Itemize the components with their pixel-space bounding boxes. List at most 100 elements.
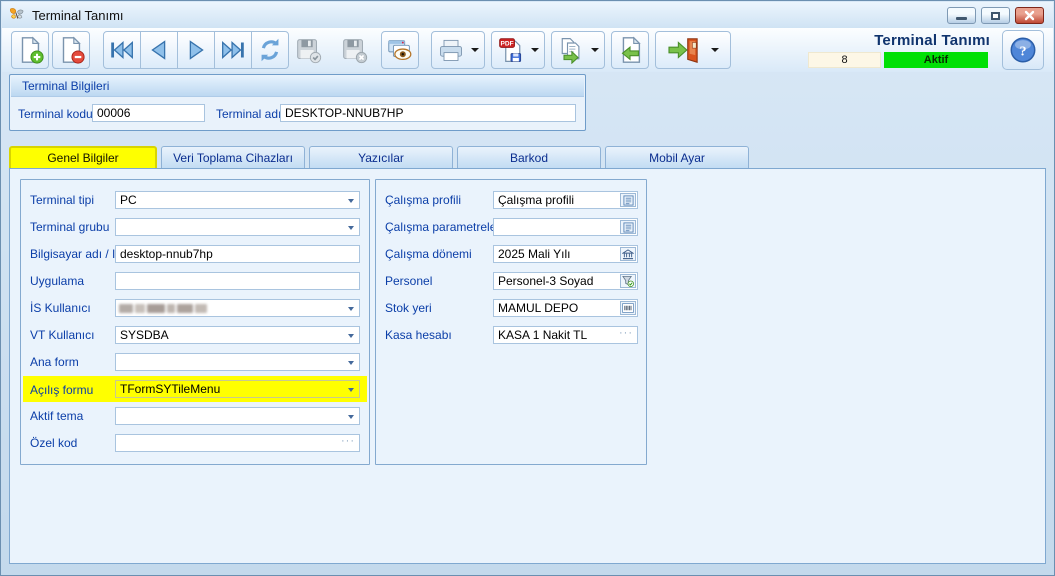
- chevron-down-icon[interactable]: [348, 361, 354, 365]
- close-icon: [1024, 10, 1035, 21]
- stok-yeri-label: Stok yeri: [385, 301, 432, 315]
- terminal-adi-field[interactable]: DESKTOP-NNUB7HP: [280, 104, 576, 122]
- ozel-kod-field[interactable]: ···: [115, 434, 360, 452]
- export-pdf-button[interactable]: PDF: [491, 31, 545, 69]
- copy-record-dropdown-arrow[interactable]: [591, 48, 599, 52]
- page-title: Terminal Tanımı: [874, 32, 990, 49]
- terminal-adi-value: DESKTOP-NNUB7HP: [285, 106, 403, 120]
- exit-button[interactable]: [655, 31, 731, 69]
- minimize-button[interactable]: [947, 7, 976, 24]
- period-picker-button[interactable]: [620, 247, 636, 261]
- right-field-groupbox: Çalışma profili Çalışma profili Çalışma …: [375, 179, 647, 465]
- close-button[interactable]: [1015, 7, 1044, 24]
- ozel-kod-label: Özel kod: [30, 436, 77, 450]
- is-kullanici-label: İS Kullanıcı: [30, 301, 91, 315]
- save-icon: [293, 35, 323, 65]
- chevron-down-icon[interactable]: [348, 334, 354, 338]
- save-cancel-icon: [339, 35, 369, 65]
- terminal-kodu-field[interactable]: 00006: [92, 104, 205, 122]
- chevron-down-icon[interactable]: [348, 199, 354, 203]
- form-row-highlighted: Açılış formu TFormSYTileMenu: [23, 376, 367, 402]
- terminal-tipi-combo[interactable]: PC: [115, 191, 360, 209]
- import-record-button[interactable]: [611, 31, 649, 69]
- next-record-button[interactable]: [177, 31, 215, 69]
- export-pdf-icon: PDF: [497, 36, 525, 64]
- stok-yeri-field[interactable]: MAMUL DEPO: [493, 299, 638, 317]
- filter-check-icon: [622, 275, 634, 287]
- is-kullanici-combo[interactable]: [115, 299, 360, 317]
- calisma-parametreleri-label: Çalışma parametreleri: [385, 220, 503, 234]
- exit-dropdown-arrow[interactable]: [711, 48, 719, 52]
- delete-record-button[interactable]: [52, 31, 90, 69]
- tab-yazicilar[interactable]: Yazıcılar: [309, 146, 453, 168]
- redacted-value: [119, 304, 207, 313]
- bilgisayar-adi-label: Bilgisayar adı / IP: [30, 247, 123, 261]
- terminal-adi-label: Terminal adı: [216, 107, 281, 121]
- help-button[interactable]: ?: [1002, 30, 1044, 70]
- vt-kullanici-value: SYSDBA: [120, 328, 169, 343]
- tab-barkod[interactable]: Barkod: [457, 146, 601, 168]
- terminal-kodu-label: Terminal kodu: [18, 107, 93, 121]
- restore-icon: [991, 12, 1000, 20]
- form-row: Çalışma profili Çalışma profili: [376, 191, 646, 211]
- record-number: 8: [808, 52, 881, 68]
- import-record-icon: [615, 35, 645, 65]
- last-record-button[interactable]: [214, 31, 252, 69]
- restore-button[interactable]: [981, 7, 1010, 24]
- tab-mobil-ayar[interactable]: Mobil Ayar: [605, 146, 749, 168]
- calisma-parametreleri-field[interactable]: [493, 218, 638, 236]
- next-record-icon: [181, 35, 211, 65]
- export-pdf-dropdown-arrow[interactable]: [531, 48, 539, 52]
- form-row: İS Kullanıcı: [21, 299, 369, 319]
- chevron-down-icon[interactable]: [348, 307, 354, 311]
- refresh-icon: [255, 35, 285, 65]
- preview-icon: [385, 35, 415, 65]
- form-row: Uygulama: [21, 272, 369, 292]
- tab-veri-toplama-cihazlari[interactable]: Veri Toplama Cihazları: [161, 146, 305, 168]
- acilis-formu-combo[interactable]: TFormSYTileMenu: [115, 380, 360, 398]
- personel-field[interactable]: Personel-3 Soyad: [493, 272, 638, 290]
- terminal-info-groupbox: Terminal Bilgileri Terminal kodu 00006 T…: [9, 74, 586, 131]
- preview-button[interactable]: [381, 31, 419, 69]
- print-button[interactable]: [431, 31, 485, 69]
- terminal-grubu-combo[interactable]: [115, 218, 360, 236]
- form-row: Terminal grubu: [21, 218, 369, 238]
- aktif-tema-combo[interactable]: [115, 407, 360, 425]
- ana-form-combo[interactable]: [115, 353, 360, 371]
- form-list-icon: [623, 222, 634, 233]
- calisma-donemi-field[interactable]: 2025 Mali Yılı: [493, 245, 638, 263]
- vt-kullanici-combo[interactable]: SYSDBA: [115, 326, 360, 344]
- chevron-down-icon[interactable]: [348, 415, 354, 419]
- print-dropdown-arrow[interactable]: [471, 48, 479, 52]
- personel-picker-button[interactable]: [620, 274, 636, 288]
- form-row: Ana form: [21, 353, 369, 373]
- vt-kullanici-label: VT Kullanıcı: [30, 328, 94, 342]
- last-record-icon: [218, 35, 248, 65]
- tab-strip: Genel Bilgiler Veri Toplama Cihazları Ya…: [9, 146, 749, 168]
- previous-record-button[interactable]: [140, 31, 178, 69]
- chevron-down-icon[interactable]: [348, 388, 354, 392]
- tab-genel-bilgiler[interactable]: Genel Bilgiler: [9, 146, 157, 168]
- uygulama-label: Uygulama: [30, 274, 84, 288]
- form-picker-button[interactable]: [620, 193, 636, 207]
- terminal-grubu-label: Terminal grubu: [30, 220, 109, 234]
- form-row: Personel Personel-3 Soyad: [376, 272, 646, 292]
- chevron-down-icon[interactable]: [348, 226, 354, 230]
- form-list-icon: [623, 195, 634, 206]
- stok-yeri-picker-button[interactable]: [620, 301, 636, 315]
- form-picker-button[interactable]: [620, 220, 636, 234]
- new-record-button[interactable]: [11, 31, 49, 69]
- uygulama-field[interactable]: [115, 272, 360, 290]
- bilgisayar-adi-field[interactable]: desktop-nnub7hp: [115, 245, 360, 263]
- calisma-profili-field[interactable]: Çalışma profili: [493, 191, 638, 209]
- kasa-hesabi-field[interactable]: KASA 1 Nakit TL ···: [493, 326, 638, 344]
- aktif-tema-label: Aktif tema: [30, 409, 83, 423]
- ellipsis-icon[interactable]: ···: [619, 327, 633, 339]
- refresh-button[interactable]: [251, 31, 289, 69]
- acilis-formu-value: TFormSYTileMenu: [120, 382, 220, 397]
- first-record-button[interactable]: [103, 31, 141, 69]
- copy-record-button[interactable]: [551, 31, 605, 69]
- calisma-profili-label: Çalışma profili: [385, 193, 461, 207]
- ellipsis-icon[interactable]: ···: [341, 435, 355, 447]
- titlebar[interactable]: Terminal Tanımı: [2, 2, 1053, 28]
